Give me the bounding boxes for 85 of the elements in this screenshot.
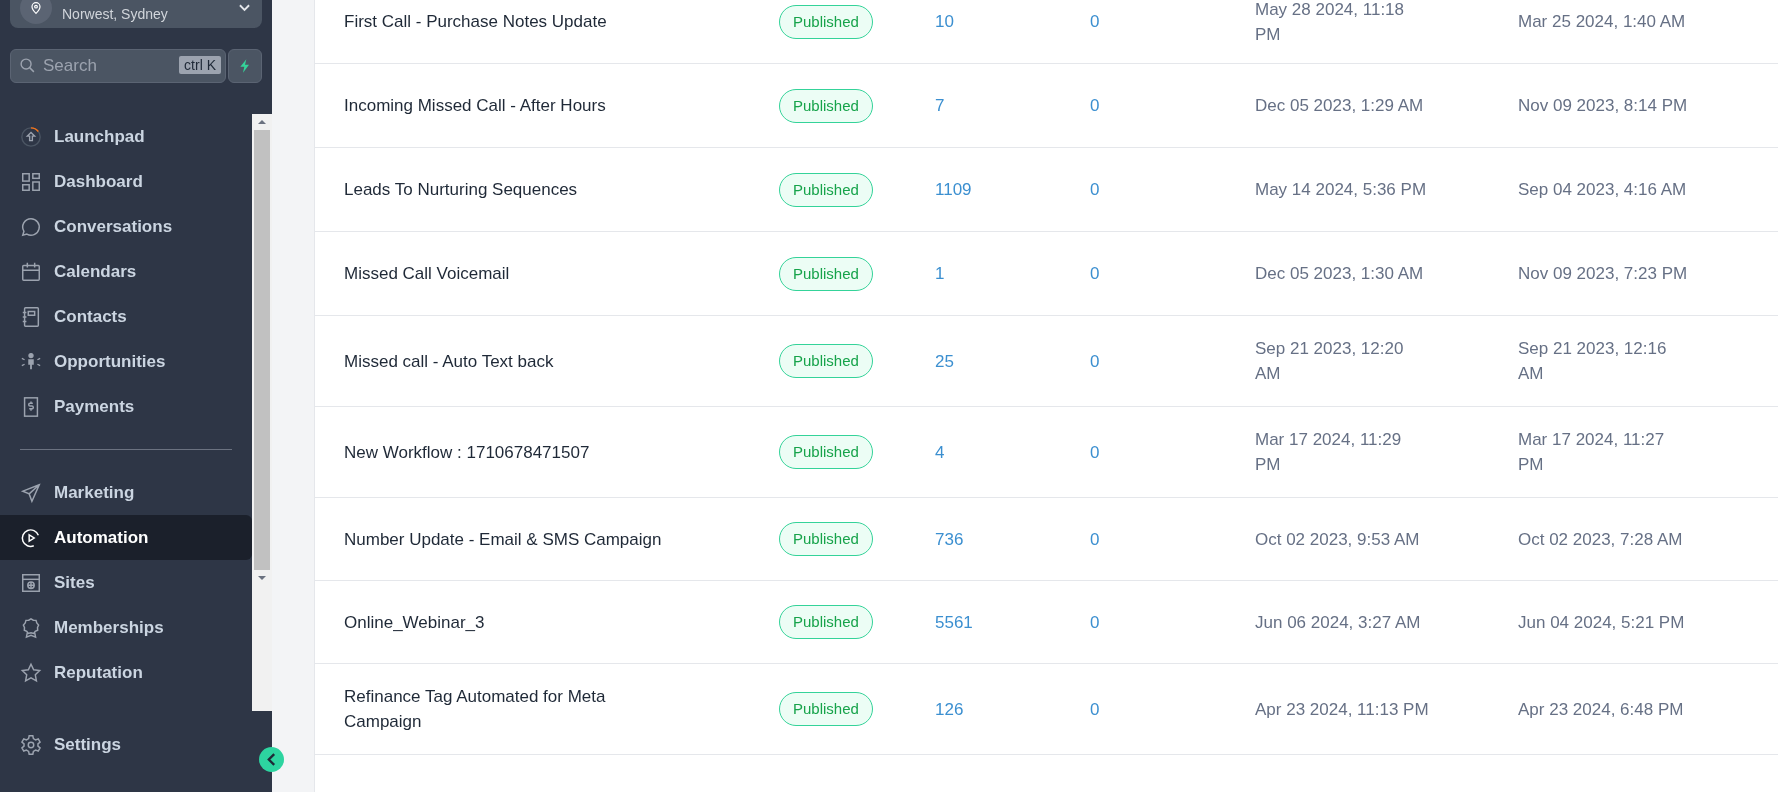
- rocket-circle-icon: [20, 125, 42, 148]
- table-cell-text: Nov 09 2023, 7:23 PM: [1518, 263, 1689, 285]
- workflow-name[interactable]: First Call - Purchase Notes Update: [315, 9, 674, 34]
- collapse-sidebar-button[interactable]: [259, 747, 284, 772]
- nav-item[interactable]: Opportunities: [0, 339, 252, 384]
- nav-item[interactable]: Reputation: [0, 650, 252, 695]
- table-cell-text: Mar 25 2024, 1:40 AM: [1518, 11, 1687, 33]
- table-cell-text: Apr 23 2024, 6:48 PM: [1518, 698, 1685, 721]
- table-cell-text: Apr 23 2024, 11:13 PM: [1255, 698, 1430, 721]
- nav-item[interactable]: Automation: [0, 515, 252, 560]
- status-badge: Published: [779, 344, 873, 378]
- table-cell-text: Sep 04 2023, 4:16 AM: [1518, 179, 1688, 201]
- location-subtitle: Norwest, Sydney: [62, 6, 169, 22]
- shortcut-hint: ctrl K: [179, 56, 221, 74]
- table-cell[interactable]: 0: [1090, 93, 1255, 118]
- workflow-name[interactable]: Online_Webinar_3: [315, 609, 674, 635]
- nav-item[interactable]: Payments: [0, 384, 252, 429]
- table-cell-text: Sep 21 2023, 12:16 AM: [1518, 338, 1668, 385]
- nav-item[interactable]: Memberships: [0, 605, 252, 650]
- scroll-up-arrow-icon[interactable]: [257, 119, 267, 125]
- scroll-down-arrow-icon[interactable]: [257, 575, 267, 581]
- status-badge: Published: [779, 4, 873, 39]
- status-badge: Published: [779, 435, 873, 469]
- chevron-left-icon: [267, 753, 276, 766]
- workflow-name[interactable]: Refinance Tag Automated for Meta Campaign: [315, 684, 674, 734]
- table-cell[interactable]: 0: [1090, 609, 1255, 635]
- settings-icon: [20, 733, 42, 756]
- table-cell[interactable]: 0: [1090, 696, 1255, 722]
- status-badge: Published: [779, 692, 873, 726]
- table-cell[interactable]: 0: [1090, 9, 1255, 34]
- table-cell[interactable]: 0: [1090, 439, 1255, 465]
- quick-action-button[interactable]: [228, 49, 262, 83]
- table-cell-text: May 14 2024, 5:36 PM: [1255, 179, 1428, 201]
- table-cell[interactable]: 0: [1090, 261, 1255, 286]
- status-badge: Published: [779, 522, 873, 556]
- scrollbar[interactable]: [252, 114, 272, 711]
- table-cell-text: Nov 09 2023, 8:14 PM: [1518, 95, 1689, 117]
- status-badge: Published: [779, 88, 873, 123]
- workflow-name[interactable]: Number Update - Email & SMS Campaign: [315, 526, 674, 552]
- table-cell[interactable]: 10: [935, 9, 1090, 34]
- workflow-name[interactable]: Missed Call Voicemail: [315, 261, 674, 286]
- status-badge: Published: [779, 256, 873, 291]
- table-cell-text: Dec 05 2023, 1:30 AM: [1255, 263, 1425, 285]
- chat-bubble-icon: [20, 215, 42, 238]
- calendar-icon: [20, 260, 42, 283]
- status-badge: Published: [779, 605, 873, 639]
- status-badge: Published: [779, 172, 873, 207]
- table-cell-text: Mar 17 2024, 11:29 PM: [1255, 429, 1403, 476]
- nav-item[interactable]: Conversations: [0, 204, 252, 249]
- nav-item[interactable]: Calendars: [0, 249, 252, 294]
- table-cell-text: Sep 21 2023, 12:20 AM: [1255, 338, 1405, 385]
- table-cell[interactable]: 126: [935, 696, 1090, 722]
- table-cell-text: Jun 06 2024, 3:27 AM: [1255, 611, 1422, 634]
- table-cell[interactable]: 0: [1090, 526, 1255, 552]
- star-icon: [20, 661, 42, 684]
- paper-plane-icon: [20, 481, 42, 504]
- nav-item[interactable]: Launchpad: [0, 114, 252, 159]
- table-cell[interactable]: 736: [935, 526, 1090, 552]
- location-switcher[interactable]: Norwest, Sydney: [10, 0, 262, 28]
- table-cell[interactable]: 0: [1090, 348, 1255, 374]
- nav-item[interactable]: Settings: [0, 722, 272, 767]
- table-cell-text: Jun 04 2024, 5:21 PM: [1518, 611, 1686, 634]
- table-cell[interactable]: 0: [1090, 177, 1255, 202]
- workflow-name[interactable]: New Workflow : 1710678471507: [315, 439, 674, 465]
- map-pin-icon: [28, 0, 44, 16]
- dashboard-icon: [20, 170, 42, 193]
- table-cell-text: May 28 2024, 11:18 PM: [1255, 0, 1405, 46]
- nav-item[interactable]: Marketing: [0, 470, 252, 515]
- workflow-name[interactable]: Missed call - Auto Text back: [315, 348, 674, 374]
- table-cell[interactable]: 5561: [935, 609, 1090, 635]
- table-cell-text: Oct 02 2023, 7:28 AM: [1518, 528, 1684, 551]
- play-circle-icon: [20, 526, 42, 549]
- notebook-icon: [20, 305, 42, 328]
- table-cell-text: Mar 17 2024, 11:27 PM: [1518, 429, 1666, 476]
- chevron-down-icon: [239, 4, 250, 12]
- search-icon: [19, 57, 36, 74]
- workflow-name[interactable]: Incoming Missed Call - After Hours: [315, 93, 674, 118]
- table-cell-text: Dec 05 2023, 1:29 AM: [1255, 95, 1425, 117]
- nav-item[interactable]: Contacts: [0, 294, 252, 339]
- award-ribbon-icon: [20, 616, 42, 639]
- nav-item[interactable]: Dashboard: [0, 159, 252, 204]
- table-cell-text: Oct 02 2023, 9:53 AM: [1255, 528, 1421, 551]
- workflow-name[interactable]: Leads To Nurturing Sequences: [315, 177, 674, 202]
- nav-item[interactable]: Sites: [0, 560, 252, 605]
- browser-globe-icon: [20, 571, 42, 594]
